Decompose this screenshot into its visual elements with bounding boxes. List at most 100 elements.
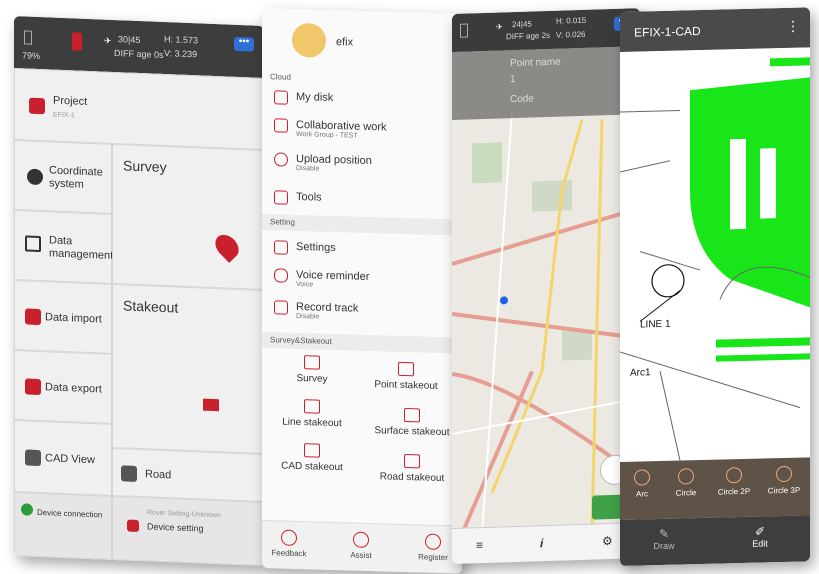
tools-label: Tools (296, 190, 322, 204)
edit-label: Edit (752, 538, 768, 549)
data-import-tile[interactable]: Data import (14, 280, 112, 354)
line-stakeout-label: Line stakeout (282, 416, 342, 430)
my-disk-item[interactable]: My disk (274, 90, 333, 106)
satellite-count: 30|45 (118, 34, 141, 46)
cad-screen: EFIX-1-CAD ⋮ LINE 1 Arc1 Arc Circle Circ… (620, 7, 810, 566)
survey-tile[interactable]: Survey (112, 143, 264, 291)
surface-stakeout-grid-item[interactable]: Surface stakeout (366, 407, 458, 439)
location-pin-icon (210, 230, 244, 263)
menu-icon[interactable]: ≡ (476, 538, 483, 552)
data-management-tile[interactable]: Data management (14, 210, 113, 284)
code-label: Code (510, 93, 534, 106)
record-track-item[interactable]: Record track Disable (274, 300, 358, 321)
settings-item[interactable]: Settings (274, 240, 336, 256)
survey-grid-label: Survey (296, 372, 328, 385)
drawer-screen: efix Cloud My disk Collaborative work Wor… (262, 8, 462, 574)
circle-3p-tool[interactable]: Circle 3P (762, 465, 806, 495)
diff-age: DIFF age 0s (114, 48, 164, 61)
tools-item[interactable]: Tools (274, 190, 322, 205)
circle-2p-tool[interactable]: Circle 2P (712, 467, 756, 497)
road-stakeout-grid-item[interactable]: Road stakeout (366, 453, 458, 485)
stakeout-label: Stakeout (123, 297, 179, 316)
cad-drawing-canvas[interactable] (620, 47, 810, 462)
cad-stakeout-grid-item[interactable]: CAD stakeout (272, 442, 352, 473)
assist-icon (353, 531, 369, 548)
edit-button[interactable]: ✐ Edit (730, 524, 790, 549)
device-connection-tile[interactable]: Device connection (14, 492, 112, 560)
cad-footer: ✎ Draw ✐ Edit (620, 515, 810, 566)
map-icon (25, 449, 41, 467)
cad-view-label: CAD View (45, 452, 95, 467)
device-setting-tile[interactable]: Rover Setting-Unknown Device setting (112, 495, 264, 567)
chart-icon (25, 235, 41, 253)
track-icon (274, 300, 288, 315)
draw-label: Draw (653, 540, 675, 552)
assist-label: Assist (350, 550, 372, 561)
info-icon[interactable]: i (540, 536, 543, 550)
device-setting-icon (127, 519, 139, 533)
pencil-icon: ✎ (658, 526, 670, 542)
cad-title: EFIX-1-CAD (634, 24, 701, 40)
point-info-panel[interactable]: Point name 1 Code (452, 46, 640, 121)
upload-position-item[interactable]: Upload position Disable (274, 152, 372, 174)
register-button[interactable]: Register (408, 533, 458, 562)
device-setting-label: Device setting (147, 521, 204, 534)
point-stakeout-label: Point stakeout (374, 379, 438, 392)
line-stakeout-grid-item[interactable]: Line stakeout (272, 398, 352, 429)
arc-label: Arc1 (630, 367, 651, 379)
v-precision: V: 3.239 (164, 48, 198, 60)
battery-icon (24, 30, 32, 45)
feedback-button[interactable]: Feedback (264, 529, 314, 558)
feedback-label: Feedback (271, 548, 307, 559)
point-stakeout-grid-item[interactable]: Point stakeout (366, 361, 446, 392)
flag-icon (203, 398, 219, 412)
composite-stage: 79% ✈ 30|45 DIFF age 0s H: 1.573 V: 3.23… (0, 0, 819, 574)
surface-flag-icon (404, 407, 420, 423)
settings-label: Settings (296, 240, 336, 255)
cloud-upload-icon (274, 90, 288, 105)
line-label: LINE 1 (640, 318, 671, 331)
data-export-tile[interactable]: Data export (14, 350, 112, 424)
cad-icon (304, 443, 320, 458)
setting-header: Setting (262, 214, 462, 236)
signal-icon (72, 32, 82, 51)
satellite-icon: ✈ (104, 35, 112, 46)
collaborative-work-item[interactable]: Collaborative work Work Group - TEST (274, 118, 386, 140)
circle-tool[interactable]: Circle (664, 468, 708, 498)
draw-button[interactable]: ✎ Draw (634, 526, 694, 551)
gear-icon[interactable]: ⚙ (602, 534, 613, 548)
road-tile[interactable]: Road (112, 447, 264, 503)
coordinate-system-tile[interactable]: Coordinate system (14, 140, 112, 214)
survey-grid-item[interactable]: Survey (272, 354, 352, 385)
circle-icon (678, 468, 694, 485)
satellite-count: 24|45 (512, 19, 532, 30)
map-status-bar: ✈ 24|45 DIFF age 2s H: 0.015 V: 0.026 ••… (452, 8, 640, 52)
h-precision: H: 0.015 (556, 15, 587, 26)
stakeout-tile[interactable]: Stakeout (112, 283, 264, 455)
road-label: Road (145, 468, 172, 482)
add-user-icon (425, 533, 441, 550)
overflow-menu-icon[interactable]: ⋮ (786, 18, 800, 35)
map-bottom-bar: ≡ i ⚙ (452, 522, 640, 564)
h-precision: H: 1.573 (164, 34, 199, 46)
people-icon (274, 118, 288, 133)
survey-point-button[interactable] (592, 494, 622, 520)
arc-tool[interactable]: Arc (620, 469, 664, 499)
voice-reminder-item[interactable]: Voice reminder Voice (274, 268, 369, 290)
more-menu-button[interactable]: ••• (234, 36, 254, 52)
point-name-value: 1 (510, 74, 516, 86)
project-tile[interactable]: Project EFIX-1 (14, 68, 264, 151)
circle-2p-label: Circle 2P (717, 486, 751, 497)
battery-percent: 79% (22, 50, 41, 62)
cad-view-tile[interactable]: CAD View (14, 420, 112, 496)
cad-stakeout-label: CAD stakeout (281, 460, 343, 474)
road-icon (121, 465, 137, 482)
upload-icon (25, 378, 41, 396)
avatar[interactable] (292, 22, 326, 58)
project-icon (29, 97, 45, 115)
cad-header: EFIX-1-CAD ⋮ (620, 7, 810, 53)
assist-button[interactable]: Assist (336, 531, 386, 560)
circle-tool-label: Circle (675, 488, 697, 498)
arc-icon (634, 469, 650, 486)
survey-label: Survey (123, 157, 167, 176)
